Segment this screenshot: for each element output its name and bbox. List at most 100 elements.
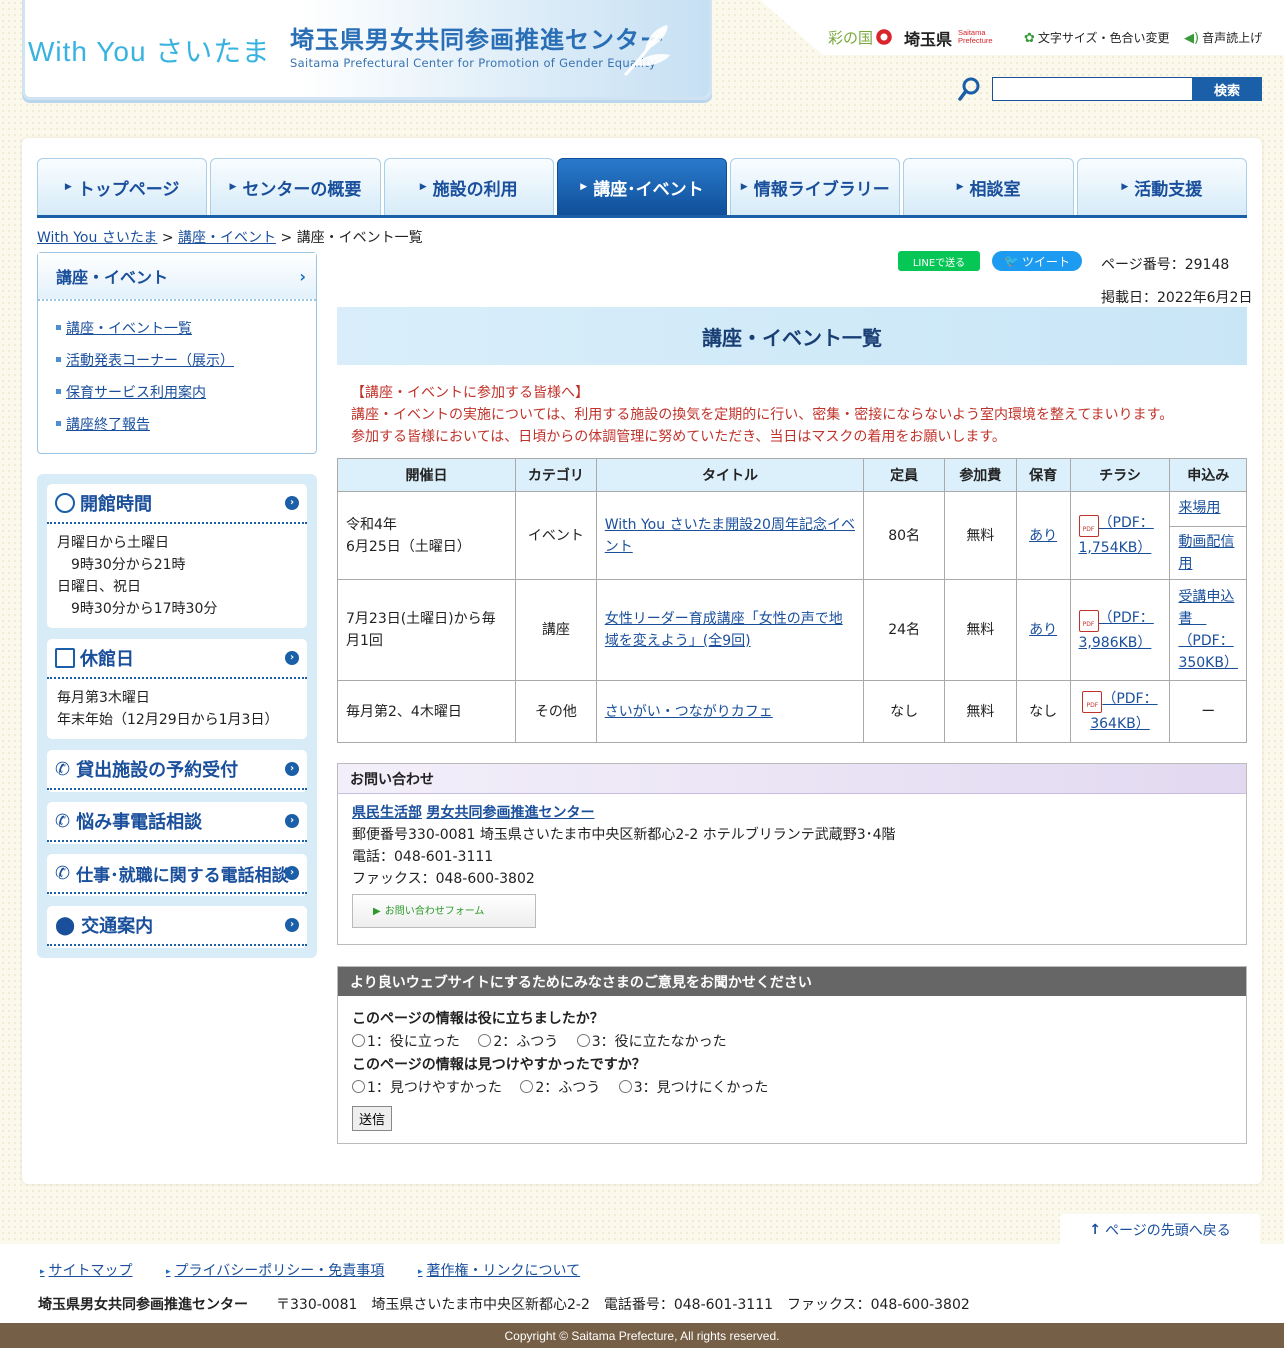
play-icon: ▶ xyxy=(373,906,381,917)
sainokuni-text: 彩の国 xyxy=(828,29,874,47)
nav-tab-consultation[interactable]: ▶ 相談室 xyxy=(903,158,1074,215)
nav-tab-top[interactable]: ▶ トップページ xyxy=(37,158,208,215)
logo-subtitle: Saitama Prefectural Center for Promotion… xyxy=(290,56,657,70)
contact-form-button[interactable]: ▶ お問い合わせフォーム xyxy=(352,894,536,928)
table-row: 7月23日(土曜日)から毎月1回 講座 女性リーダー育成講座「女性の声で地域を変… xyxy=(336,579,1247,681)
map-pin-icon: ⬤ xyxy=(55,914,76,936)
breadcrumb-current: 講座・イベント一覧 xyxy=(296,230,423,246)
arrow-up-icon: ↑ xyxy=(1089,1222,1101,1238)
gear-icon: ✿ xyxy=(1024,31,1035,46)
flyer-pdf-link[interactable]: PDF （PDF：1,754KB） xyxy=(1078,515,1154,556)
radio-button[interactable] xyxy=(520,1080,534,1093)
table-row: 令和4年 6月25日（土曜日） イベント With You さいたま開設20周年記… xyxy=(336,491,1247,580)
event-childcare-cell: あり xyxy=(1015,579,1071,681)
apply-form-link[interactable]: 受講申込書 （PDF：350KB） xyxy=(1178,589,1238,671)
q1-option-1[interactable]: 1：役に立った xyxy=(352,1034,460,1050)
q1-option-3[interactable]: 3：役に立たなかった xyxy=(576,1034,727,1050)
q2-option-1[interactable]: 1：見つけやすかった xyxy=(352,1080,502,1096)
event-category: その他 xyxy=(515,680,597,743)
sainokuni-logo[interactable]: 彩の国 xyxy=(828,27,895,48)
radio-button[interactable] xyxy=(618,1080,632,1093)
nav-tab-library[interactable]: ▶ 情報ライブラリー xyxy=(730,158,901,215)
tweet-button[interactable]: 🐦 ツイート xyxy=(992,251,1082,271)
hours-card: 開館時間 › 月曜日から土曜日 9時30分から21時 日曜日、祝日 9時30分から… xyxy=(47,484,307,628)
footer-link-sitemap[interactable]: サイトマップ xyxy=(40,1260,133,1280)
page-title: 講座・イベント一覧 xyxy=(337,307,1247,365)
radio-button[interactable] xyxy=(352,1080,365,1093)
radio-button[interactable] xyxy=(352,1034,365,1047)
closed-title[interactable]: 休館日 › xyxy=(47,639,307,679)
event-capacity: 24名 xyxy=(863,579,945,681)
childcare-link[interactable]: あり xyxy=(1029,622,1057,638)
feedback-submit-button[interactable]: 送信 xyxy=(352,1106,393,1131)
arrow-circle-icon: › xyxy=(285,762,299,776)
arrow-circle-icon: › xyxy=(285,814,299,828)
event-title-link[interactable]: 女性リーダー育成講座「女性の声で地域を変えよう」(全9回) xyxy=(605,611,843,649)
footer-link-copyright[interactable]: 著作権・リンクについて xyxy=(418,1260,581,1280)
voice-readout-link[interactable]: ◀) 音声読上げ xyxy=(1184,29,1262,46)
q2-option-3[interactable]: 3：見つけにくかった xyxy=(618,1080,768,1096)
event-fee: 無料 xyxy=(943,491,1017,580)
event-title-cell: 女性リーダー育成講座「女性の声で地域を変えよう」(全9回) xyxy=(595,579,865,681)
sidebar-item-exhibition[interactable]: 活動発表コーナー（展示） xyxy=(56,350,234,370)
apply-stream-link[interactable]: 動画配信用 xyxy=(1178,534,1234,572)
breadcrumb-parent-link[interactable]: 講座・イベント xyxy=(178,230,276,246)
flyer-pdf-link[interactable]: PDF （PDF：3,986KB） xyxy=(1078,609,1154,651)
font-color-change-link[interactable]: ✿ 文字サイズ・色合い変更 xyxy=(1024,29,1170,46)
sidebar-menu: 講座・イベント › 講座・イベント一覧 活動発表コーナー（展示） 保育サービス利用… xyxy=(37,252,317,454)
nav-tab-support[interactable]: ▶ 活動支援 xyxy=(1076,158,1247,215)
search-input[interactable] xyxy=(992,77,1194,101)
event-date: 毎月第2、4木曜日 xyxy=(336,680,517,743)
table-header-row: 開催日 カテゴリ タイトル 定員 参加費 保育 チラシ 申込み xyxy=(336,458,1247,492)
sidebar-item-childcare[interactable]: 保育サービス利用案内 xyxy=(56,382,206,402)
event-fee: 無料 xyxy=(943,680,1017,743)
search-button[interactable]: 検索 xyxy=(1192,77,1262,101)
apply-cell: 受講申込書 （PDF：350KB） xyxy=(1169,579,1247,681)
hours-title[interactable]: 開館時間 › xyxy=(47,484,307,524)
line-share-button[interactable]: LINEで送る xyxy=(898,251,980,271)
phone-icon: ✆ xyxy=(55,810,71,832)
radio-button[interactable] xyxy=(478,1034,492,1047)
page-number: ページ番号：29148 xyxy=(1101,257,1230,273)
radio-button[interactable] xyxy=(576,1034,590,1047)
job-consult-card[interactable]: ✆ 仕事･就職に関する電話相談 › xyxy=(47,854,307,896)
feedback-question-2: このページの情報は見つけやすかったですか？ xyxy=(352,1057,646,1073)
rental-card[interactable]: ✆ 貸出施設の予約受付 › xyxy=(47,750,307,792)
closed-card: 休館日 › 毎月第3木曜日 年末年始（12月29日から1月3日） xyxy=(47,639,307,739)
event-title-link[interactable]: さいがい・つながりカフェ xyxy=(605,704,773,720)
column-header: 保育 xyxy=(1015,458,1071,492)
sidebar-item-report[interactable]: 講座終了報告 xyxy=(56,414,150,434)
flyer-cell: PDF （PDF：364KB） xyxy=(1069,680,1171,743)
nav-tab-about[interactable]: ▶ センターの概要 xyxy=(210,158,381,215)
notice-line: 講座・イベントの実施については、利用する施設の換気を定期的に行い、密集・密接にな… xyxy=(351,407,1174,423)
rental-link-text: 貸出施設の予約受付 xyxy=(76,760,239,781)
event-category: 講座 xyxy=(515,579,597,681)
footer-link-privacy[interactable]: プライバシーポリシー・免責事項 xyxy=(166,1260,385,1280)
breadcrumb-home-link[interactable]: With You さいたま xyxy=(37,230,157,246)
q1-option-2[interactable]: 2：ふつう xyxy=(478,1034,558,1050)
phone-icon: ✆ xyxy=(55,758,71,780)
flyer-pdf-link[interactable]: PDF （PDF：364KB） xyxy=(1082,691,1158,732)
logo-withyou-text: With You さいたま xyxy=(28,36,271,67)
q2-option-2[interactable]: 2：ふつう xyxy=(520,1080,600,1096)
saitama-prefecture-logo[interactable]: 埼玉県 xyxy=(904,26,952,50)
childcare-link[interactable]: あり xyxy=(1029,528,1057,544)
access-card[interactable]: ⬤ 交通案内 › xyxy=(47,906,307,948)
org-link[interactable]: 男女共同参画推進センター xyxy=(426,805,594,821)
event-title-link[interactable]: With You さいたま開設20周年記念イベント xyxy=(605,517,855,555)
event-date: 令和4年 6月25日（土曜日） xyxy=(336,491,517,580)
flyer-cell: PDF （PDF：1,754KB） xyxy=(1069,491,1171,580)
phone-consult-card[interactable]: ✆ 悩み事電話相談 › xyxy=(47,802,307,844)
back-to-top-button[interactable]: ↑ ページの先頭へ戻る xyxy=(1060,1214,1260,1246)
apply-visit-link[interactable]: 来場用 xyxy=(1178,500,1220,516)
dept-link[interactable]: 県民生活部 xyxy=(352,805,422,821)
nav-tab-facility[interactable]: ▶ 施設の利用 xyxy=(383,158,554,215)
column-header: 申込み xyxy=(1169,458,1247,492)
global-nav: ▶ トップページ ▶ センターの概要 ▶ 施設の利用 ▶ 講座･イベント ▶ 情報ライブラ… xyxy=(37,158,1247,218)
sidebar-item-event-list[interactable]: 講座・イベント一覧 xyxy=(56,318,192,338)
contact-fax: ファックス：048-600-3802 xyxy=(352,871,535,887)
calendar-icon xyxy=(55,648,75,668)
nav-tab-events[interactable]: ▶ 講座･イベント xyxy=(556,158,728,215)
feedback-heading: より良いウェブサイトにするためにみなさまのご意見をお聞かせください xyxy=(338,967,1246,996)
sidebar-title[interactable]: 講座・イベント › xyxy=(38,253,316,301)
